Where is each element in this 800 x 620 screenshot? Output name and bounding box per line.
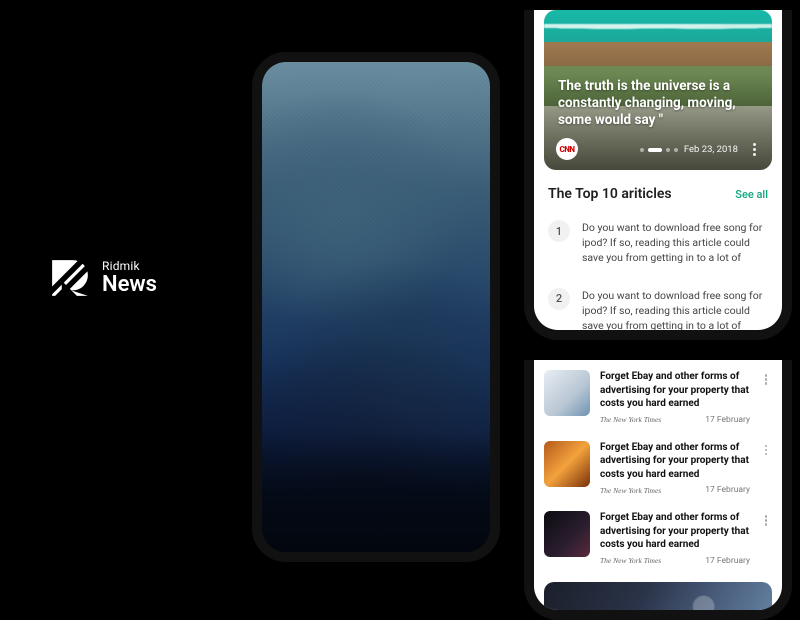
article-meta: The New York Times 17 February: [600, 415, 750, 425]
pager-active[interactable]: [648, 148, 662, 152]
brand-text: Ridmik News: [102, 260, 157, 296]
top10-item[interactable]: 1 Do you want to download free song for …: [548, 212, 768, 280]
article-body: Forget Ebay and other forms of advertisi…: [600, 511, 750, 566]
pager-dot[interactable]: [674, 148, 678, 152]
rank-badge: 2: [548, 288, 570, 310]
more-vertical-icon[interactable]: [760, 441, 772, 496]
article-source: The New York Times: [600, 556, 661, 565]
article-meta: The New York Times 17 February: [600, 556, 750, 566]
top10-item-text: Do you want to download free song for ip…: [582, 288, 768, 334]
brand-line1: Ridmik: [102, 260, 157, 273]
article-date: 17 February: [705, 556, 750, 566]
carousel-pager[interactable]: [640, 148, 678, 152]
article-date: 17 February: [705, 485, 750, 495]
article-card[interactable]: Forget Ebay and other forms of advertisi…: [544, 362, 772, 433]
article-thumbnail: [544, 511, 590, 557]
article-card[interactable]: Forget Ebay and other forms of advertisi…: [544, 503, 772, 574]
brand-logo-icon: [48, 256, 92, 300]
pager-dot[interactable]: [640, 148, 644, 152]
article-thumbnail: [544, 441, 590, 487]
rank-badge: 1: [548, 220, 570, 242]
article-title: Forget Ebay and other forms of advertisi…: [600, 370, 750, 411]
wallpaper-foreground: [262, 432, 490, 552]
article-meta: The New York Times 17 February: [600, 485, 750, 495]
see-all-link[interactable]: See all: [735, 188, 768, 201]
article-date: 17 February: [705, 415, 750, 425]
hero-image: [544, 24, 772, 36]
article-body: Forget Ebay and other forms of advertisi…: [600, 441, 750, 496]
top10-item[interactable]: 2 Do you want to download free song for …: [548, 280, 768, 340]
article-thumbnail: [544, 370, 590, 416]
more-vertical-icon[interactable]: [746, 143, 762, 156]
article-source: The New York Times: [600, 415, 661, 424]
hero-footer: CNN Feb 23, 2018: [556, 138, 762, 160]
article-source: The New York Times: [600, 486, 661, 495]
hero-title: The truth is the universe is a constantl…: [558, 78, 758, 129]
brand-line2: News: [102, 273, 157, 296]
more-vertical-icon[interactable]: [760, 511, 772, 566]
phone-mock-bottom-right: Forget Ebay and other forms of advertisi…: [524, 360, 792, 620]
phone-mock-top-right: The truth is the universe is a constantl…: [524, 10, 792, 340]
pager-dot[interactable]: [666, 148, 670, 152]
section-header: The Top 10 ariticles See all: [548, 186, 768, 202]
featured-image-card[interactable]: [544, 582, 772, 620]
article-title: Forget Ebay and other forms of advertisi…: [600, 441, 750, 482]
more-vertical-icon[interactable]: [760, 370, 772, 425]
article-list: Forget Ebay and other forms of advertisi…: [534, 360, 782, 574]
article-card[interactable]: Forget Ebay and other forms of advertisi…: [544, 433, 772, 504]
brand-lockup: Ridmik News: [48, 256, 157, 300]
hero-date: Feb 23, 2018: [684, 144, 738, 155]
article-title: Forget Ebay and other forms of advertisi…: [600, 511, 750, 552]
hero-card[interactable]: The truth is the universe is a constantl…: [544, 10, 772, 170]
top10-section: The Top 10 ariticles See all 1 Do you wa…: [534, 170, 782, 340]
phone-mock-center: [252, 52, 500, 562]
source-badge-cnn[interactable]: CNN: [556, 138, 578, 160]
top10-item-text: Do you want to download free song for ip…: [582, 220, 768, 266]
section-title: The Top 10 ariticles: [548, 186, 672, 202]
article-body: Forget Ebay and other forms of advertisi…: [600, 370, 750, 425]
